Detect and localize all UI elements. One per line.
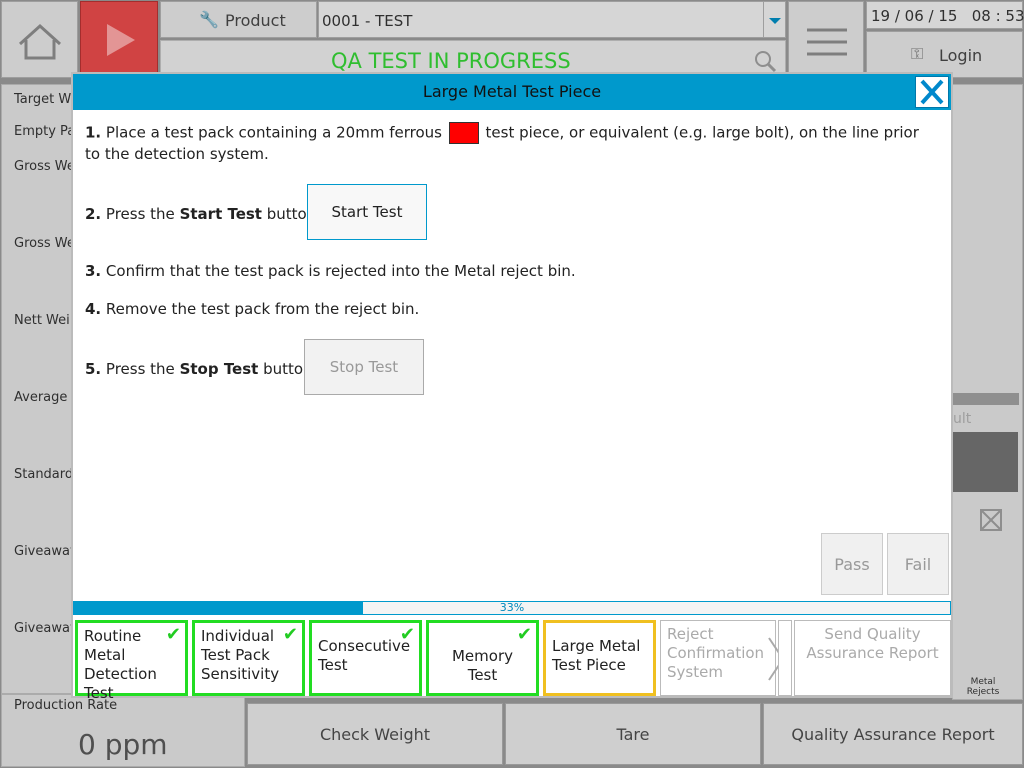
result-box — [952, 432, 1018, 492]
home-button[interactable] — [1, 1, 78, 78]
start-test-button[interactable]: Start Test — [307, 184, 427, 240]
home-icon — [18, 23, 62, 60]
test-tile-individual-test-pack[interactable]: Individual Test Pack Sensitivity ✔ — [192, 620, 305, 696]
product-select[interactable]: 0001 - TEST — [318, 1, 786, 38]
progress-text: 33% — [499, 601, 525, 614]
test-tile-label: Reject Confirmation System — [667, 625, 765, 681]
checkmark-icon: ✔ — [516, 624, 532, 645]
step-5-bold: Stop Test — [179, 360, 259, 378]
step-5-number: 5. — [85, 360, 102, 378]
left-item-standard-deviation: Standard — [14, 467, 74, 482]
play-icon — [107, 24, 135, 56]
step-2-text-a: Press the — [105, 205, 175, 223]
dialog-title: Large Metal Test Piece — [422, 82, 602, 101]
tare-button[interactable]: Tare — [505, 703, 761, 765]
left-item-target-weight: Target W — [14, 92, 72, 107]
step-3-text: Confirm that the test pack is rejected i… — [105, 262, 576, 280]
step-5: 5. Press the Stop Test button. — [85, 359, 317, 380]
step-4-number: 4. — [85, 300, 102, 318]
search-icon[interactable] — [753, 49, 777, 73]
left-item-giveaway-2: Giveaway — [14, 621, 78, 636]
test-tile-memory[interactable]: Memory Test ✔ — [426, 620, 539, 696]
qa-test-dialog: Large Metal Test Piece 1. Place a test p… — [71, 72, 953, 702]
quality-assurance-report-button[interactable]: Quality Assurance Report — [763, 703, 1023, 765]
test-tile-large-metal[interactable]: Large Metal Test Piece — [543, 620, 656, 696]
left-item-giveaway-1: Giveaway — [14, 544, 78, 559]
sliders-icon — [807, 28, 847, 56]
test-tile-label: Routine Metal Detection Test — [84, 627, 157, 702]
product-button[interactable]: 🔧 Product — [160, 1, 317, 38]
left-item-gross-weight-2: Gross We — [14, 236, 75, 251]
checkmark-icon: ✔ — [165, 624, 181, 645]
send-qa-report-label: Send Quality Assurance Report — [806, 625, 939, 662]
close-icon — [920, 79, 944, 105]
checkmark-icon: ✔ — [399, 624, 415, 645]
product-select-value: 0001 - TEST — [322, 12, 413, 30]
pass-button[interactable]: Pass — [821, 533, 883, 595]
step-1-text-a: Place a test pack containing a 20mm ferr… — [105, 123, 442, 142]
test-tile-label: Consecutive Test — [318, 637, 411, 674]
progress-bar: 33% — [73, 601, 951, 615]
hidden-tile-edge — [778, 620, 792, 696]
check-weight-button[interactable]: Check Weight — [247, 703, 503, 765]
step-2-bold: Start Test — [179, 205, 262, 223]
left-item-empty-pack: Empty Pa — [14, 124, 76, 139]
right-panel — [952, 84, 1023, 700]
production-rate-value: 0 ppm — [78, 728, 168, 761]
datetime-display: 19 / 06 / 15 08 : 53 — [866, 1, 1024, 29]
status-text: QA TEST IN PROGRESS — [331, 49, 571, 73]
dialog-title-bar: Large Metal Test Piece — [73, 74, 951, 110]
left-item-nett-weight: Nett Wei — [14, 313, 70, 328]
login-button[interactable]: ⚿ Login — [866, 31, 1023, 78]
fail-button[interactable]: Fail — [887, 533, 949, 595]
fullscreen-icon[interactable] — [978, 507, 1004, 533]
status-banner: QA TEST IN PROGRESS — [160, 40, 786, 76]
close-button[interactable] — [915, 76, 949, 108]
key-icon: ⚿ — [911, 44, 924, 63]
wrench-icon: 🔧 — [199, 10, 219, 29]
step-4: 4. Remove the test pack from the reject … — [85, 299, 419, 320]
step-3: 3. Confirm that the test pack is rejecte… — [85, 261, 576, 282]
test-tile-routine-metal-detection[interactable]: Routine Metal Detection Test ✔ — [75, 620, 188, 702]
result-indicator-bar — [952, 393, 1019, 405]
test-tile-reject-confirmation[interactable]: Reject Confirmation System — [660, 620, 776, 696]
step-1: 1. Place a test pack containing a 20mm f… — [85, 122, 935, 165]
result-label-fragment: ult — [953, 411, 972, 427]
test-tile-label: Large Metal Test Piece — [552, 637, 641, 674]
chevron-down-icon — [763, 2, 785, 37]
step-5-text-a: Press the — [105, 360, 175, 378]
ferrous-swatch — [448, 122, 479, 144]
settings-button[interactable] — [788, 1, 864, 78]
metal-rejects-label: Metal Rejects — [966, 677, 1000, 697]
step-3-number: 3. — [85, 262, 102, 280]
datetime-text: 19 / 06 / 15 08 : 53 — [871, 7, 1024, 25]
production-rate-panel: Production Rate 0 ppm — [1, 694, 245, 767]
checkmark-icon: ✔ — [282, 624, 298, 645]
login-label: Login — [939, 46, 983, 65]
send-qa-report-button[interactable]: Send Quality Assurance Report — [794, 620, 951, 696]
stop-test-button[interactable]: Stop Test — [304, 339, 424, 395]
test-tile-consecutive[interactable]: Consecutive Test ✔ — [309, 620, 422, 696]
step-4-text: Remove the test pack from the reject bin… — [105, 300, 420, 318]
test-tile-label: Memory Test — [451, 647, 513, 684]
product-label: Product — [225, 11, 286, 30]
test-tile-label: Individual Test Pack Sensitivity — [201, 627, 280, 683]
play-button[interactable] — [80, 1, 158, 78]
left-item-gross-weight-1: Gross We — [14, 159, 75, 174]
step-2-number: 2. — [85, 205, 102, 223]
step-1-number: 1. — [85, 123, 102, 142]
step-2: 2. Press the Start Test button. — [85, 204, 321, 225]
